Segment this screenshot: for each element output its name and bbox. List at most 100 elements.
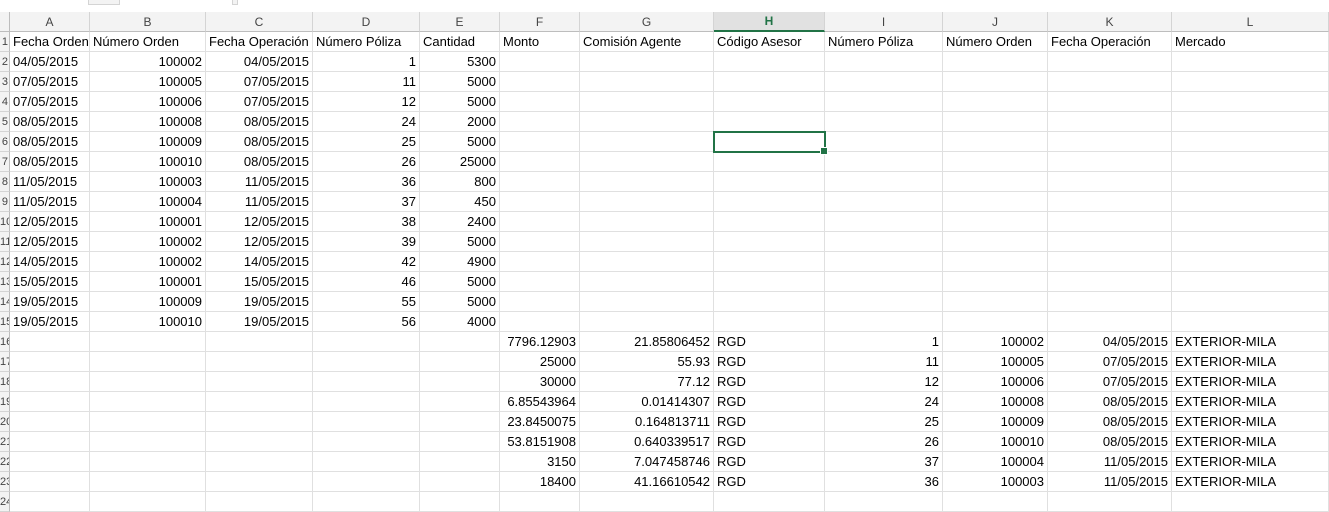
cell-j11[interactable] [943,232,1048,252]
cell-f12[interactable] [500,252,580,272]
cell-l20[interactable]: EXTERIOR-MILA [1172,412,1329,432]
cell-j18[interactable]: 100006 [943,372,1048,392]
cell-g11[interactable] [580,232,714,252]
cell-e16[interactable] [420,332,500,352]
cell-h8[interactable] [714,172,825,192]
cell-k10[interactable] [1048,212,1172,232]
cell-b2[interactable]: 100002 [90,52,206,72]
cell-e9[interactable]: 450 [420,192,500,212]
cell-d2[interactable]: 1 [313,52,420,72]
cell-d17[interactable] [313,352,420,372]
cell-g24[interactable] [580,492,714,512]
cell-l22[interactable]: EXTERIOR-MILA [1172,452,1329,472]
cell-g2[interactable] [580,52,714,72]
cell-k5[interactable] [1048,112,1172,132]
cell-e5[interactable]: 2000 [420,112,500,132]
cell-h18[interactable]: RGD [714,372,825,392]
cell-g22[interactable]: 7.047458746 [580,452,714,472]
cell-h1[interactable]: Código Asesor [714,32,825,52]
cell-l5[interactable] [1172,112,1329,132]
cell-d3[interactable]: 11 [313,72,420,92]
cell-j1[interactable]: Número Orden [943,32,1048,52]
cell-k19[interactable]: 08/05/2015 [1048,392,1172,412]
cell-b17[interactable] [90,352,206,372]
cell-j2[interactable] [943,52,1048,72]
cell-e13[interactable]: 5000 [420,272,500,292]
cell-c12[interactable]: 14/05/2015 [206,252,313,272]
cell-c9[interactable]: 11/05/2015 [206,192,313,212]
cell-e14[interactable]: 5000 [420,292,500,312]
cell-f9[interactable] [500,192,580,212]
row-header-13[interactable]: 13 [0,272,10,292]
cell-d8[interactable]: 36 [313,172,420,192]
cell-e20[interactable] [420,412,500,432]
cell-a10[interactable]: 12/05/2015 [10,212,90,232]
cell-g15[interactable] [580,312,714,332]
cell-b5[interactable]: 100008 [90,112,206,132]
cell-d19[interactable] [313,392,420,412]
row-header-5[interactable]: 5 [0,112,10,132]
column-header-h[interactable]: H [714,12,825,32]
cell-i6[interactable] [825,132,943,152]
row-header-17[interactable]: 17 [0,352,10,372]
cell-k17[interactable]: 07/05/2015 [1048,352,1172,372]
selected-cell-indicator[interactable] [713,131,828,155]
cell-l21[interactable]: EXTERIOR-MILA [1172,432,1329,452]
cell-i17[interactable]: 11 [825,352,943,372]
cell-e18[interactable] [420,372,500,392]
cell-j4[interactable] [943,92,1048,112]
cell-j16[interactable]: 100002 [943,332,1048,352]
cell-i16[interactable]: 1 [825,332,943,352]
row-header-7[interactable]: 7 [0,152,10,172]
row-header-20[interactable]: 20 [0,412,10,432]
cell-i3[interactable] [825,72,943,92]
cell-g19[interactable]: 0.01414307 [580,392,714,412]
cell-h13[interactable] [714,272,825,292]
cell-c16[interactable] [206,332,313,352]
cell-g18[interactable]: 77.12 [580,372,714,392]
cell-g1[interactable]: Comisión Agente [580,32,714,52]
cell-a23[interactable] [10,472,90,492]
row-header-11[interactable]: 11 [0,232,10,252]
cell-d20[interactable] [313,412,420,432]
cell-g14[interactable] [580,292,714,312]
cell-b24[interactable] [90,492,206,512]
cell-h20[interactable]: RGD [714,412,825,432]
cell-c24[interactable] [206,492,313,512]
cell-l15[interactable] [1172,312,1329,332]
cell-g16[interactable]: 21.85806452 [580,332,714,352]
cell-a2[interactable]: 04/05/2015 [10,52,90,72]
cell-a15[interactable]: 19/05/2015 [10,312,90,332]
cell-e21[interactable] [420,432,500,452]
cell-j15[interactable] [943,312,1048,332]
cell-c5[interactable]: 08/05/2015 [206,112,313,132]
column-header-g[interactable]: G [580,12,714,32]
cell-j21[interactable]: 100010 [943,432,1048,452]
cell-f2[interactable] [500,52,580,72]
cell-j5[interactable] [943,112,1048,132]
cell-h15[interactable] [714,312,825,332]
cell-h12[interactable] [714,252,825,272]
cell-k13[interactable] [1048,272,1172,292]
cell-e12[interactable]: 4900 [420,252,500,272]
cell-e15[interactable]: 4000 [420,312,500,332]
cell-a1[interactable]: Fecha Orden [10,32,90,52]
cell-h17[interactable]: RGD [714,352,825,372]
cell-l3[interactable] [1172,72,1329,92]
cell-d14[interactable]: 55 [313,292,420,312]
row-header-18[interactable]: 18 [0,372,10,392]
cell-e22[interactable] [420,452,500,472]
cell-d24[interactable] [313,492,420,512]
column-header-c[interactable]: C [206,12,313,32]
cell-i24[interactable] [825,492,943,512]
cell-k22[interactable]: 11/05/2015 [1048,452,1172,472]
cell-l14[interactable] [1172,292,1329,312]
cell-c1[interactable]: Fecha Operación [206,32,313,52]
cell-l18[interactable]: EXTERIOR-MILA [1172,372,1329,392]
cell-g20[interactable]: 0.164813711 [580,412,714,432]
cell-b13[interactable]: 100001 [90,272,206,292]
cell-i18[interactable]: 12 [825,372,943,392]
row-header-3[interactable]: 3 [0,72,10,92]
cell-c2[interactable]: 04/05/2015 [206,52,313,72]
row-header-16[interactable]: 16 [0,332,10,352]
